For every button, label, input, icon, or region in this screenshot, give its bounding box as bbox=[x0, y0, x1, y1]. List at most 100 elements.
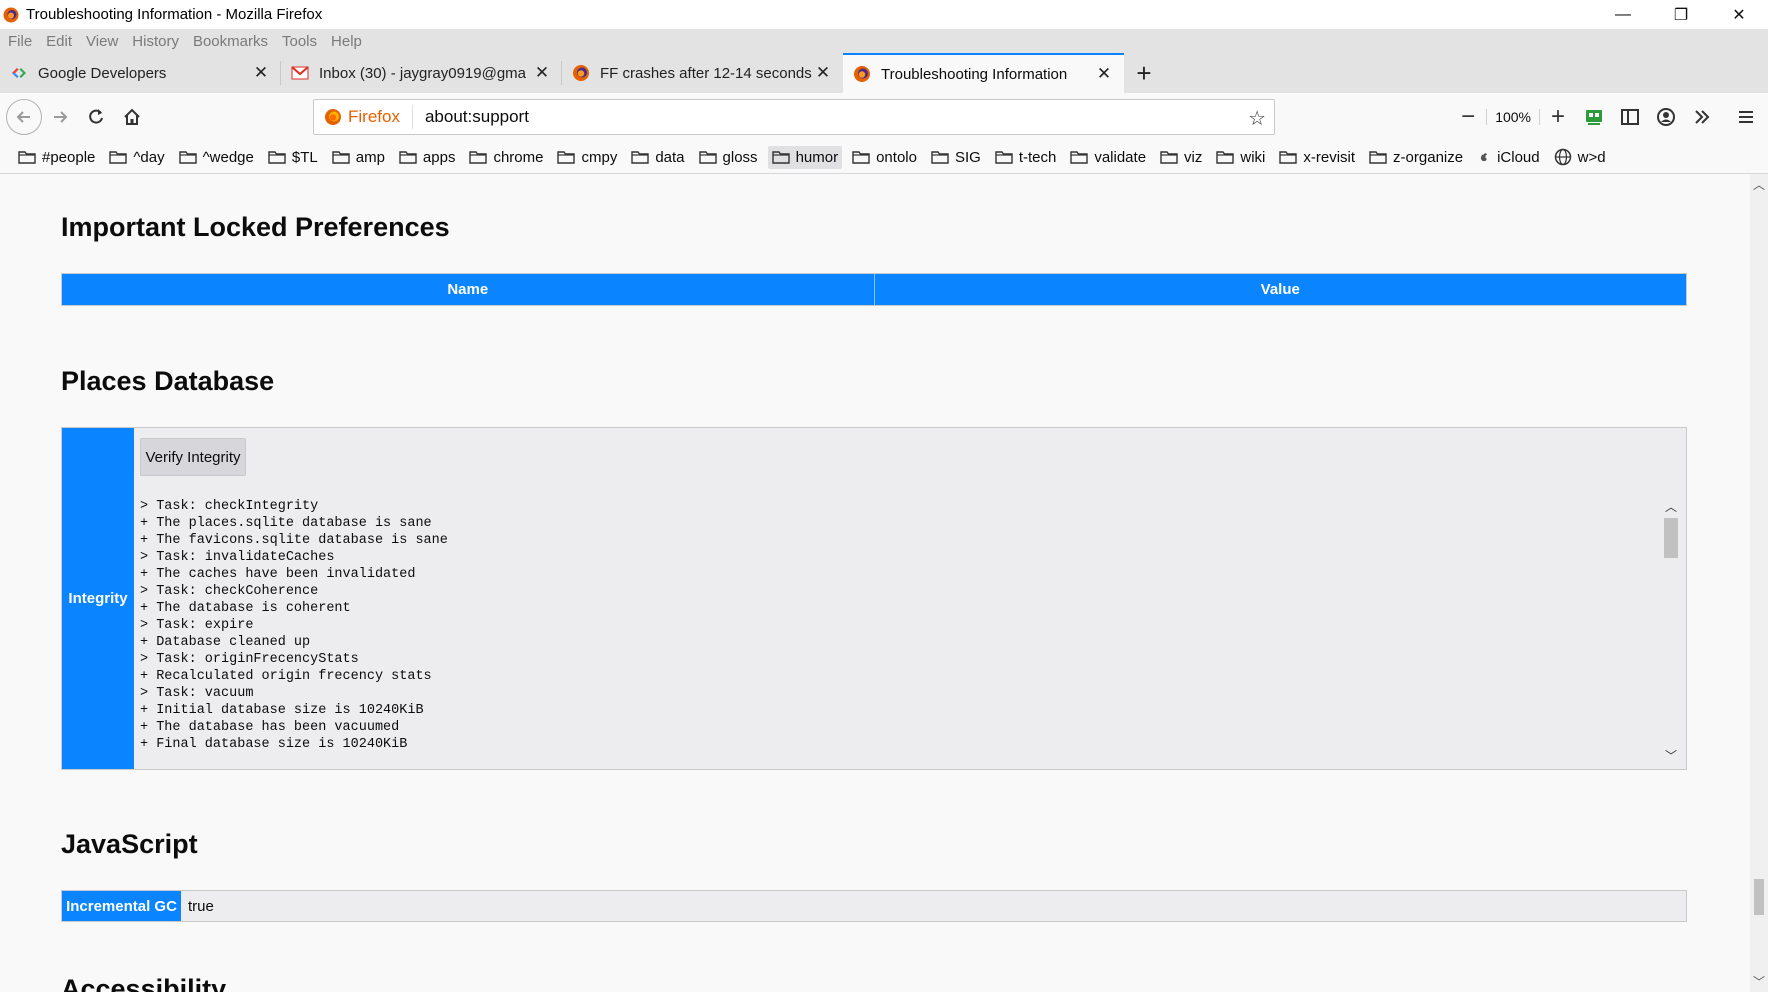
log-line: + Database cleaned up bbox=[140, 635, 311, 650]
bookmarks-toolbar: #people ^day ^wedge $TL amp apps chrome cmpy dat… bbox=[0, 141, 1768, 174]
folder-icon bbox=[995, 151, 1013, 164]
reload-button[interactable] bbox=[78, 99, 114, 135]
tab-ff-crashes[interactable]: FF crashes after 12-14 seconds ✕ bbox=[562, 53, 843, 93]
window-controls: — ❐ ✕ bbox=[1594, 0, 1768, 29]
bookmark-humor[interactable]: humor bbox=[767, 145, 843, 169]
bookmark-icloud[interactable]: iCloud bbox=[1473, 146, 1544, 169]
bookmark-ttech[interactable]: t-tech bbox=[991, 146, 1061, 169]
close-window-button[interactable]: ✕ bbox=[1710, 0, 1768, 29]
bookmark-label: validate bbox=[1094, 148, 1147, 166]
url-bar[interactable]: Firefox about:support ☆ bbox=[313, 99, 1275, 135]
log-line: + The favicons.sqlite database is sane bbox=[140, 533, 448, 548]
google-developers-icon bbox=[12, 68, 26, 78]
bookmark-sig[interactable]: SIG bbox=[927, 146, 985, 169]
reload-icon bbox=[89, 109, 103, 124]
bookmark-label: cmpy bbox=[581, 148, 618, 166]
chevron-down-icon[interactable]: ﹀ bbox=[1662, 747, 1680, 764]
bookmark-label: iCloud bbox=[1497, 148, 1540, 166]
chevron-up-icon[interactable]: ︿ bbox=[1662, 498, 1680, 515]
restore-button[interactable]: ❐ bbox=[1652, 0, 1710, 29]
log-line: > Task: vacuum bbox=[140, 686, 254, 701]
bookmark-cmpy[interactable]: cmpy bbox=[553, 146, 621, 169]
home-button[interactable] bbox=[114, 99, 150, 135]
folder-icon bbox=[268, 151, 286, 164]
menu-edit[interactable]: Edit bbox=[46, 33, 72, 50]
scrollbar-thumb[interactable] bbox=[1664, 518, 1678, 558]
tab-google-developers[interactable]: Google Developers ✕ bbox=[0, 53, 281, 93]
bookmark-day[interactable]: ^day bbox=[105, 146, 168, 169]
firefox-icon bbox=[854, 66, 870, 82]
bookmark-label: chrome bbox=[493, 148, 544, 166]
bookmark-label: ^wedge bbox=[202, 148, 254, 166]
identity-box[interactable]: Firefox bbox=[314, 105, 413, 129]
sidebar-icon bbox=[1621, 109, 1639, 125]
tab-gmail-inbox[interactable]: Inbox (30) - jaygray0919@gma ✕ bbox=[281, 53, 562, 93]
bookmark-amp[interactable]: amp bbox=[328, 146, 389, 169]
folder-icon bbox=[469, 151, 488, 164]
bookmark-people[interactable]: #people bbox=[14, 146, 99, 169]
bookmark-star-icon[interactable]: ☆ bbox=[1248, 106, 1266, 131]
bookmark-label: amp bbox=[355, 148, 385, 166]
close-tab-icon[interactable]: ✕ bbox=[532, 63, 552, 83]
window-title: Troubleshooting Information - Mozilla Fi… bbox=[26, 6, 323, 23]
menu-tools[interactable]: Tools bbox=[282, 33, 317, 50]
globe-icon bbox=[1554, 148, 1571, 166]
log-line: + The database is coherent bbox=[140, 601, 351, 616]
close-tab-icon[interactable]: ✕ bbox=[251, 63, 271, 83]
bookmark-wiki[interactable]: wiki bbox=[1212, 146, 1269, 169]
bookmark-wd[interactable]: w>d bbox=[1550, 145, 1610, 169]
new-tab-button[interactable]: + bbox=[1124, 53, 1164, 93]
menu-bookmarks[interactable]: Bookmarks bbox=[193, 33, 268, 50]
zoom-level[interactable]: 100% bbox=[1486, 109, 1540, 125]
log-scrollbar[interactable]: ︿ ﹀ bbox=[1662, 498, 1680, 764]
menu-button[interactable] bbox=[1728, 99, 1764, 135]
integrity-log[interactable]: > Task: checkIntegrity + The places.sqlit… bbox=[140, 498, 1680, 764]
folder-icon bbox=[1369, 151, 1387, 164]
url-input[interactable]: about:support bbox=[413, 107, 529, 127]
extension-icon bbox=[1586, 110, 1602, 125]
menu-bar: File Edit View History Bookmarks Tools H… bbox=[0, 29, 1768, 53]
bookmark-data[interactable]: data bbox=[627, 146, 688, 169]
zoom-in-button[interactable]: + bbox=[1540, 103, 1576, 131]
menu-help[interactable]: Help bbox=[331, 33, 362, 50]
bookmark-tl[interactable]: $TL bbox=[264, 146, 322, 169]
back-button[interactable] bbox=[6, 99, 42, 135]
bookmark-chrome[interactable]: chrome bbox=[465, 146, 547, 169]
page-content: Important Locked Preferences Name Value … bbox=[0, 174, 1750, 992]
bookmark-xrevisit[interactable]: x-revisit bbox=[1275, 146, 1359, 169]
bookmark-validate[interactable]: validate bbox=[1066, 146, 1150, 169]
sidebar-button[interactable] bbox=[1612, 99, 1648, 135]
minimize-button[interactable]: — bbox=[1594, 0, 1652, 29]
chevron-down-icon[interactable]: ﹀ bbox=[1750, 973, 1768, 990]
bookmark-wedge[interactable]: ^wedge bbox=[175, 146, 258, 169]
menu-view[interactable]: View bbox=[86, 33, 118, 50]
folder-icon bbox=[178, 151, 197, 164]
folder-icon bbox=[698, 151, 717, 164]
bookmark-apps[interactable]: apps bbox=[395, 146, 460, 169]
account-button[interactable] bbox=[1648, 99, 1684, 135]
bookmark-zorganize[interactable]: z-organize bbox=[1365, 146, 1467, 169]
menu-file[interactable]: File bbox=[8, 33, 32, 50]
scrollbar-thumb[interactable] bbox=[1754, 879, 1764, 915]
bookmark-viz[interactable]: viz bbox=[1156, 146, 1206, 169]
close-tab-icon[interactable]: ✕ bbox=[1094, 64, 1114, 84]
tab-troubleshooting[interactable]: Troubleshooting Information ✕ bbox=[843, 53, 1124, 93]
integrity-label: Integrity bbox=[62, 428, 134, 769]
overflow-button[interactable] bbox=[1684, 99, 1720, 135]
folder-icon bbox=[1070, 151, 1089, 164]
menu-history[interactable]: History bbox=[132, 33, 179, 50]
verify-integrity-button[interactable]: Verify Integrity bbox=[140, 438, 246, 476]
forward-button[interactable] bbox=[42, 99, 78, 135]
column-header-name: Name bbox=[62, 274, 875, 305]
bookmark-label: apps bbox=[422, 148, 456, 166]
log-line: > Task: originFrecencyStats bbox=[140, 652, 359, 667]
bookmark-ontolo[interactable]: ontolo bbox=[848, 146, 921, 169]
close-tab-icon[interactable]: ✕ bbox=[813, 63, 833, 83]
zoom-out-button[interactable]: − bbox=[1450, 103, 1486, 131]
chevron-up-icon[interactable]: ︿ bbox=[1750, 176, 1768, 193]
extension-button[interactable] bbox=[1576, 99, 1612, 135]
folder-icon bbox=[399, 151, 417, 164]
firefox-icon bbox=[573, 65, 589, 81]
bookmark-gloss[interactable]: gloss bbox=[695, 146, 762, 169]
page-scrollbar[interactable]: ︿ ﹀ bbox=[1750, 174, 1768, 992]
